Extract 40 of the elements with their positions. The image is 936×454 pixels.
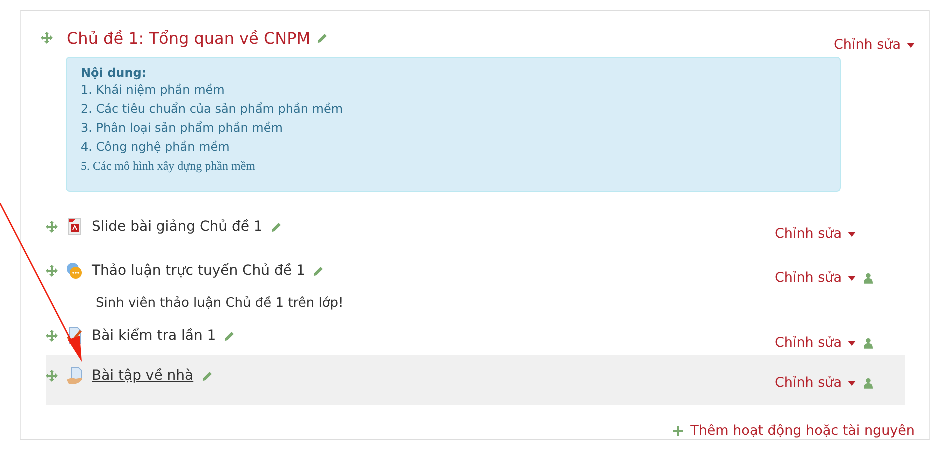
- person-icon[interactable]: [864, 272, 873, 284]
- move-icon[interactable]: [46, 330, 58, 342]
- caret-icon[interactable]: [848, 276, 856, 280]
- person-icon[interactable]: [864, 338, 873, 348]
- caret-icon[interactable]: [848, 340, 856, 346]
- move-icon[interactable]: [41, 32, 53, 44]
- edit-menu-link[interactable]: Chỉnh sửa: [775, 226, 856, 242]
- activity-link[interactable]: Slide bài giảng Chủ đề 1: [92, 219, 263, 235]
- edit-menu-link[interactable]: Chỉnh sửa: [834, 37, 915, 53]
- edit-pencil-icon[interactable]: [202, 370, 213, 382]
- caret-icon[interactable]: [848, 380, 856, 386]
- section-title: Chủ đề 1: Tổng quan về CNPM: [67, 28, 311, 48]
- summary-line: 5. Các mô hình xây dựng phần mềm: [81, 158, 256, 175]
- edit-menu-link[interactable]: Chỉnh sửa: [775, 335, 856, 351]
- chat-bubbles-icon: [66, 262, 84, 280]
- activity-description: Sinh viên thảo luận Chủ đề 1 trên lớp!: [96, 296, 345, 311]
- summary-line: 2. Các tiêu chuẩn của sản phẩm phần mềm: [81, 101, 344, 118]
- edit-pencil-icon[interactable]: [270, 222, 282, 232]
- person-icon[interactable]: [864, 378, 873, 388]
- summary-line: 1. Khái niệm phần mềm: [81, 82, 226, 99]
- activity-link[interactable]: Thảo luận trực tuyến Chủ đề 1: [92, 263, 306, 279]
- plus-icon[interactable]: [672, 426, 683, 436]
- edit-pencil-icon[interactable]: [313, 266, 324, 276]
- activity-link[interactable]: Bài kiểm tra lần 1: [92, 328, 216, 344]
- edit-menu-link[interactable]: Chỉnh sửa: [775, 375, 856, 391]
- hand-document-icon: [66, 367, 84, 385]
- edit-pencil-icon[interactable]: [316, 32, 328, 44]
- add-activity-link[interactable]: Thêm hoạt động hoặc tài nguyên: [672, 423, 915, 439]
- activity-link[interactable]: Bài tập về nhà: [92, 368, 194, 384]
- edit-menu-link[interactable]: Chỉnh sửa: [775, 270, 856, 286]
- edit-pencil-icon[interactable]: [224, 330, 236, 342]
- summary-heading: Nội dung:: [81, 66, 148, 80]
- move-icon[interactable]: [46, 221, 58, 233]
- summary-line: 3. Phân loại sản phẩm phần mềm: [81, 120, 284, 137]
- caret-icon[interactable]: [848, 232, 856, 236]
- summary-line: 4. Công nghệ phần mềm: [81, 139, 231, 156]
- pdf-file-icon: [66, 218, 84, 236]
- caret-icon[interactable]: [907, 42, 915, 48]
- move-icon[interactable]: [46, 370, 58, 382]
- move-icon[interactable]: [46, 265, 58, 277]
